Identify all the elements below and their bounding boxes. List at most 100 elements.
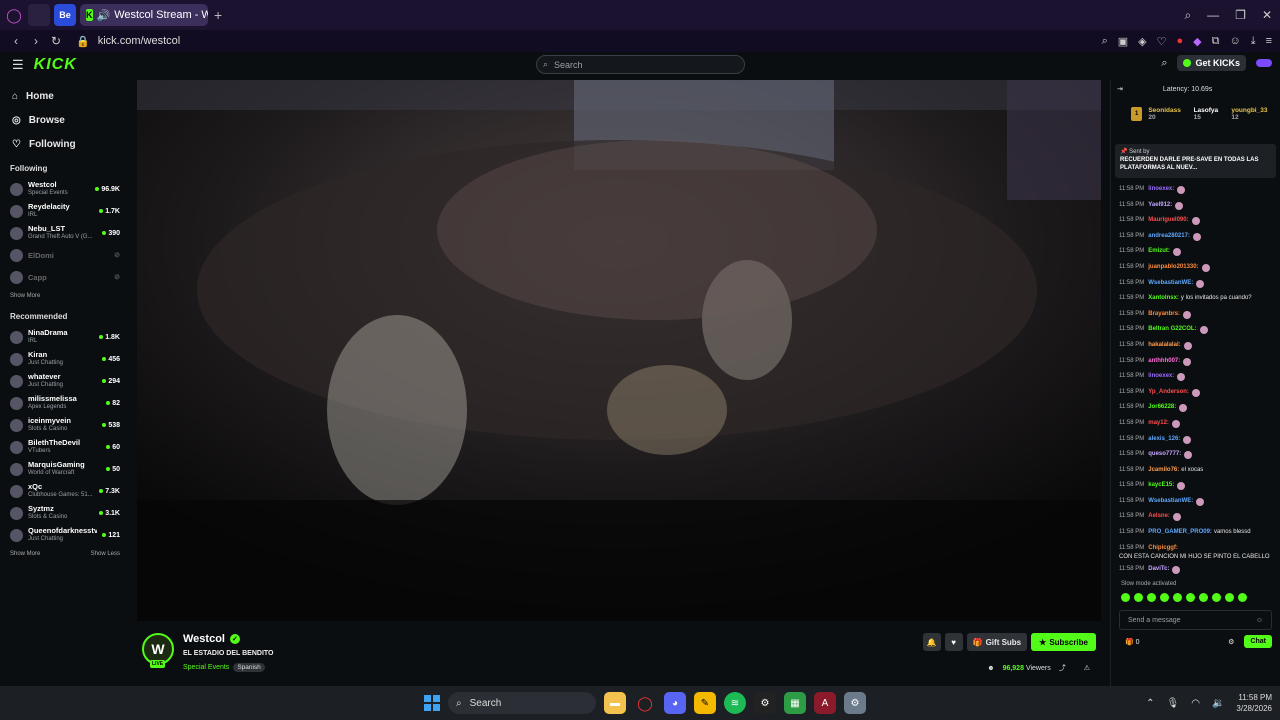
chat-message[interactable]: 11:58 PM linoexex: <box>1119 369 1276 385</box>
subscribe-button[interactable]: ★ Subscribe <box>1031 633 1096 651</box>
recommended-channel[interactable]: milissmelissa Apex Legends 82 <box>0 392 128 414</box>
recommended-channel[interactable]: NinaDrama IRL 1.8K <box>0 326 128 348</box>
chat-message[interactable]: 11:58 PM queso7777: <box>1119 447 1276 463</box>
opera-browser-icon[interactable]: ◯ <box>634 692 656 714</box>
message-username[interactable]: hakalalalal: <box>1148 342 1180 350</box>
following-channel[interactable]: Westcol Special Events 96.9K <box>0 178 128 200</box>
message-username[interactable]: WsebastianWE: <box>1148 280 1193 288</box>
chat-message[interactable]: 11:58 PM Chipicggf: CON ESTA CANCION MI HI… <box>1119 541 1276 562</box>
chat-message[interactable]: 11:58 PM WsebastianWE: <box>1119 494 1276 510</box>
recommended-channel[interactable]: iceinmyvein Slots & Casino 538 <box>0 414 128 436</box>
url-field[interactable]: 🔒 kick.com/westcol <box>76 35 180 48</box>
back-icon[interactable]: ‹ <box>6 34 26 48</box>
profile-icon[interactable]: ☺ <box>1229 35 1240 47</box>
gifter-1[interactable]: Seonidass 20 <box>1148 107 1187 121</box>
reload-icon[interactable]: ↻ <box>46 34 66 48</box>
quick-emote-icon[interactable] <box>1173 593 1182 603</box>
volume-icon[interactable]: 🔉 <box>1212 698 1224 709</box>
chat-message[interactable]: 11:58 PM juanpablo201330: <box>1119 260 1276 276</box>
show-more-recommended[interactable]: Show More <box>10 551 40 557</box>
following-channel[interactable]: Capp ⊘ <box>0 266 128 288</box>
recommended-channel[interactable]: Kiran Just Chatting 456 <box>0 348 128 370</box>
message-username[interactable]: Yp_Anderson: <box>1148 389 1189 397</box>
quick-emote-icon[interactable] <box>1147 593 1156 603</box>
chat-settings-icon[interactable]: ⚙ <box>1228 638 1234 646</box>
chat-message[interactable]: 11:58 PM andrea280217: <box>1119 229 1276 245</box>
chat-message[interactable]: 11:58 PM Jcamilo76: el xocas <box>1119 463 1276 479</box>
recommended-channel[interactable]: BilethTheDevil VTubers 60 <box>0 436 128 458</box>
chat-message[interactable]: 11:58 PM Yp_Anderson: <box>1119 385 1276 401</box>
rewards-icon[interactable]: ⌕ <box>1161 57 1167 70</box>
message-username[interactable]: DaviTc: <box>1148 566 1169 574</box>
get-kicks-button[interactable]: Get KICKs <box>1177 55 1246 71</box>
message-username[interactable]: Xantolnsx: <box>1148 295 1179 303</box>
gifter-3[interactable]: youngbi_33 12 <box>1231 107 1274 121</box>
message-username[interactable]: Mauriguel090: <box>1148 217 1188 225</box>
pinned-tab-behance[interactable]: Be <box>54 4 76 26</box>
emote-picker-icon[interactable]: ☺ <box>1256 617 1263 624</box>
quick-emote-icon[interactable] <box>1199 593 1208 603</box>
chat-message[interactable]: 11:58 PM WsebastianWE: <box>1119 276 1276 292</box>
search-tabs-icon[interactable]: ⌕ <box>1184 8 1191 23</box>
chat-message[interactable]: 11:58 PM kaycE15: <box>1119 478 1276 494</box>
show-less-recommended[interactable]: Show Less <box>91 551 120 557</box>
recommended-channel[interactable]: xQc Clubhouse Games: 51... 7.3K <box>0 480 128 502</box>
clock[interactable]: 11:58 PM 3/28/2026 <box>1236 692 1272 714</box>
message-username[interactable]: anthhh007: <box>1148 358 1180 366</box>
opera-menu-icon[interactable]: ◯ <box>0 0 28 30</box>
easy-setup-icon[interactable]: ≡ <box>1266 35 1272 47</box>
adobe-app-icon[interactable]: A <box>814 692 836 714</box>
pinned-tab-1[interactable] <box>28 4 50 26</box>
taskbar-search[interactable]: ⌕ Search <box>448 692 596 714</box>
show-more-following[interactable]: Show More <box>10 293 40 299</box>
quick-emote-icon[interactable] <box>1212 593 1221 603</box>
close-icon[interactable]: ✕ <box>1262 8 1272 22</box>
chat-message[interactable]: 11:58 PM PRO_GAMER_PRO09: vamos blessd <box>1119 525 1276 541</box>
quick-emote-icon[interactable] <box>1134 593 1143 603</box>
extensions-icon[interactable]: ⧉ <box>1212 35 1220 48</box>
heart-icon[interactable]: ♡ <box>1157 35 1167 48</box>
chat-message[interactable]: 11:58 PM hakalalalal: <box>1119 338 1276 354</box>
new-tab-plus-icon[interactable]: + <box>214 7 222 23</box>
snapshot-icon[interactable]: ▣ <box>1118 35 1128 48</box>
chat-message[interactable]: 11:58 PM Beltran G22COL: <box>1119 322 1276 338</box>
message-username[interactable]: PRO_GAMER_PRO09: <box>1148 529 1212 537</box>
chat-message[interactable]: 11:58 PM Jor66228: <box>1119 400 1276 416</box>
share-icon[interactable]: ⤴ <box>1059 663 1066 673</box>
chat-message[interactable]: 11:58 PM may12: <box>1119 416 1276 432</box>
chat-message[interactable]: 11:58 PM anthhh007: <box>1119 354 1276 370</box>
message-username[interactable]: Chipicggf: <box>1148 545 1178 553</box>
pocket-icon[interactable]: ◈ <box>1138 35 1146 48</box>
chat-message[interactable]: 11:58 PM linoexex: <box>1119 182 1276 198</box>
active-tab[interactable]: K 🔊 Westcol Stream - Watc <box>80 4 208 26</box>
message-username[interactable]: WsebastianWE: <box>1148 498 1193 506</box>
gift-subs-button[interactable]: 🎁 Gift Subs <box>966 633 1028 651</box>
forward-icon[interactable]: › <box>26 34 46 48</box>
notes-app-icon[interactable]: ✎ <box>694 692 716 714</box>
nav-browse[interactable]: ◎ Browse <box>0 108 128 132</box>
zoom-icon[interactable]: ⌕ <box>1102 35 1108 48</box>
message-username[interactable]: queso7777: <box>1148 451 1181 459</box>
windows-start-icon[interactable] <box>424 695 440 711</box>
chat-message[interactable]: 11:58 PM DaviTc: <box>1119 562 1276 578</box>
chat-message[interactable]: 11:58 PM Aelsne: <box>1119 509 1276 525</box>
video-player[interactable] <box>137 80 1101 621</box>
pinned-message[interactable]: 📌 Sent by RECUERDEN DARLE PRE-SAVE EN TO… <box>1115 144 1276 178</box>
minimize-icon[interactable]: — <box>1207 8 1219 22</box>
following-channel[interactable]: Reydelacity IRL 1.7K <box>0 200 128 222</box>
restore-icon[interactable]: ❐ <box>1235 8 1246 22</box>
nav-following[interactable]: ♡ Following <box>0 132 128 156</box>
chat-message-input[interactable]: Send a message ☺ <box>1119 610 1272 631</box>
message-username[interactable]: Yael912: <box>1148 202 1172 210</box>
microphone-icon[interactable]: 🎙 <box>1167 698 1180 709</box>
quick-emote-icon[interactable] <box>1121 593 1130 603</box>
recommended-channel[interactable]: Queenofdarknesstv Just Chatting 121 <box>0 524 128 546</box>
chat-message[interactable]: 11:58 PM alexis_126: <box>1119 432 1276 448</box>
quick-emote-icon[interactable] <box>1238 593 1247 603</box>
nav-home[interactable]: ⌂ Home <box>0 84 128 108</box>
stream-category[interactable]: Special Events <box>183 664 229 671</box>
spotify-icon[interactable]: ≋ <box>724 692 746 714</box>
chat-message[interactable]: 11:58 PM Yael912: <box>1119 198 1276 214</box>
download-icon[interactable]: ⤓ <box>1251 35 1256 48</box>
chat-message[interactable]: 11:58 PM Xantolnsx: y los invitados pa cua… <box>1119 291 1276 307</box>
